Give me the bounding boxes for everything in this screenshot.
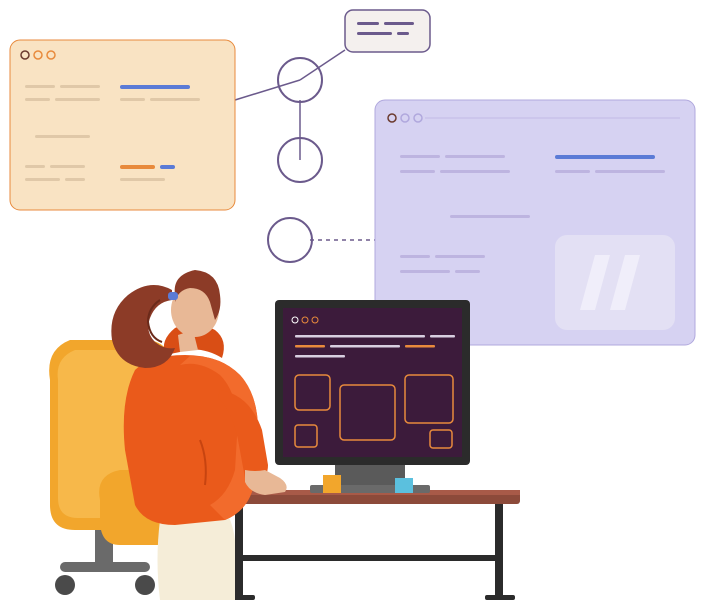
panel-left-code xyxy=(10,40,235,210)
connector-line xyxy=(235,80,300,100)
panel-small-top xyxy=(345,10,430,52)
person xyxy=(111,270,286,600)
desk xyxy=(215,490,520,600)
ponytail xyxy=(111,285,175,368)
monitor-screen xyxy=(283,308,462,457)
monitor xyxy=(275,300,470,493)
sticky-note xyxy=(323,475,341,493)
panel-card xyxy=(555,235,675,330)
sticky-note xyxy=(395,478,413,493)
developer-illustration xyxy=(0,0,706,600)
node-circle xyxy=(268,218,312,262)
